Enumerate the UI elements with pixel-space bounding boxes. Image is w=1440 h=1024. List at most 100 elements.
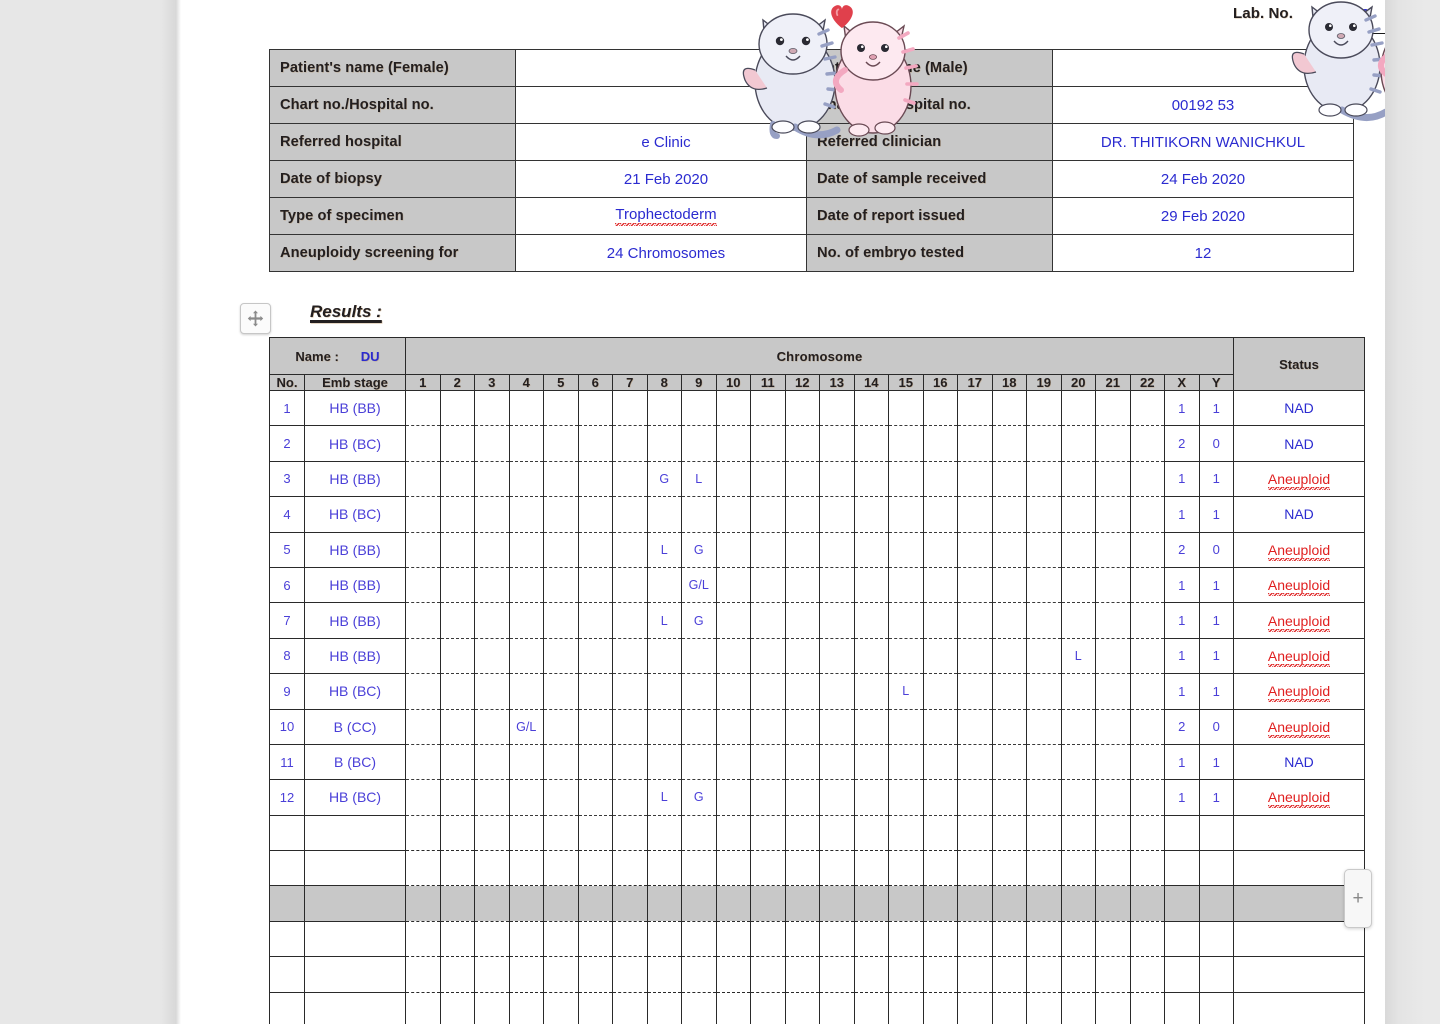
chromosome-cell-21[interactable] xyxy=(1095,850,1131,887)
chromosome-cell-4[interactable] xyxy=(508,743,544,781)
chromosome-cell-7[interactable] xyxy=(612,637,648,675)
chromosome-cell-12[interactable] xyxy=(784,743,820,781)
chromosome-cell-17[interactable] xyxy=(957,885,993,922)
chromosome-cell-18[interactable] xyxy=(991,956,1027,993)
chromosome-cell-22[interactable] xyxy=(1129,389,1165,427)
chromosome-cell-22[interactable] xyxy=(1129,814,1165,852)
chromosome-cell-20[interactable] xyxy=(1060,956,1096,993)
chromosome-cell-6[interactable] xyxy=(577,566,613,604)
chromosome-cell-1[interactable] xyxy=(405,531,441,568)
chromosome-cell-6[interactable] xyxy=(577,531,613,568)
chromosome-cell-3[interactable] xyxy=(474,956,510,993)
chromosome-cell-19[interactable] xyxy=(1026,956,1062,993)
move-handle-button[interactable] xyxy=(240,303,271,334)
chromosome-cell-4[interactable] xyxy=(508,602,544,639)
chromosome-cell-7[interactable] xyxy=(612,496,648,533)
chromosome-cell-11[interactable] xyxy=(750,425,786,462)
chromosome-cell-14[interactable] xyxy=(853,814,889,852)
chromosome-cell-18[interactable] xyxy=(991,920,1027,958)
chromosome-cell-19[interactable] xyxy=(1026,389,1062,427)
info-value[interactable]: DR. THITIKORN WANICHKUL xyxy=(1052,123,1354,161)
chromosome-cell-10[interactable] xyxy=(715,743,751,781)
chromosome-cell-11[interactable] xyxy=(750,850,786,887)
chromosome-cell-3[interactable] xyxy=(474,850,510,887)
chromosome-cell-11[interactable] xyxy=(750,814,786,852)
chromosome-cell-19[interactable] xyxy=(1026,743,1062,781)
chromosome-cell-2[interactable] xyxy=(439,673,475,710)
chromosome-cell-1[interactable] xyxy=(405,920,441,958)
chromosome-cell-8[interactable] xyxy=(646,566,682,604)
chromosome-cell-1[interactable] xyxy=(405,779,441,816)
chromosome-cell-21[interactable] xyxy=(1095,708,1131,745)
chromosome-cell-12[interactable] xyxy=(784,389,820,427)
chromosome-cell-2[interactable] xyxy=(439,389,475,427)
chromosome-cell-5[interactable] xyxy=(543,389,579,427)
chromosome-cell-4[interactable] xyxy=(508,389,544,427)
chromosome-cell-9[interactable] xyxy=(681,708,717,745)
chromosome-cell-12[interactable] xyxy=(784,991,820,1024)
chromosome-cell-20[interactable] xyxy=(1060,708,1096,745)
chromosome-cell-13[interactable] xyxy=(819,637,855,675)
chromosome-cell-4[interactable] xyxy=(508,956,544,993)
chromosome-cell-1[interactable] xyxy=(405,602,441,639)
chromosome-cell-14[interactable] xyxy=(853,602,889,639)
chromosome-cell-22[interactable] xyxy=(1129,956,1165,993)
chromosome-cell-20[interactable]: L xyxy=(1060,637,1096,675)
chromosome-cell-9[interactable] xyxy=(681,920,717,958)
chromosome-cell-21[interactable] xyxy=(1095,425,1131,462)
chromosome-cell-19[interactable] xyxy=(1026,779,1062,816)
chromosome-cell-7[interactable] xyxy=(612,389,648,427)
chromosome-cell-9[interactable] xyxy=(681,673,717,710)
chromosome-cell-20[interactable] xyxy=(1060,991,1096,1024)
chromosome-cell-10[interactable] xyxy=(715,531,751,568)
chromosome-cell-19[interactable] xyxy=(1026,460,1062,498)
chromosome-cell-2[interactable] xyxy=(439,991,475,1024)
chromosome-cell-6[interactable] xyxy=(577,885,613,922)
chromosome-cell-21[interactable] xyxy=(1095,920,1131,958)
chromosome-cell-16[interactable] xyxy=(922,637,958,675)
info-value[interactable]: e Clinic xyxy=(515,123,817,161)
chromosome-cell-3[interactable] xyxy=(474,637,510,675)
chromosome-cell-22[interactable] xyxy=(1129,602,1165,639)
chromosome-cell-20[interactable] xyxy=(1060,531,1096,568)
chromosome-cell-15[interactable] xyxy=(888,460,924,498)
chromosome-cell-20[interactable] xyxy=(1060,496,1096,533)
chromosome-cell-13[interactable] xyxy=(819,531,855,568)
chromosome-cell-19[interactable] xyxy=(1026,531,1062,568)
add-column-button[interactable]: + xyxy=(1344,869,1372,928)
chromosome-cell-17[interactable] xyxy=(957,743,993,781)
chromosome-cell-14[interactable] xyxy=(853,531,889,568)
chromosome-cell-2[interactable] xyxy=(439,743,475,781)
chromosome-cell-10[interactable] xyxy=(715,708,751,745)
chromosome-cell-8[interactable] xyxy=(646,920,682,958)
chromosome-cell-1[interactable] xyxy=(405,566,441,604)
chromosome-cell-17[interactable] xyxy=(957,708,993,745)
chromosome-cell-8[interactable]: L xyxy=(646,779,682,816)
chromosome-cell-13[interactable] xyxy=(819,496,855,533)
chromosome-cell-7[interactable] xyxy=(612,850,648,887)
chromosome-cell-3[interactable] xyxy=(474,920,510,958)
chromosome-cell-22[interactable] xyxy=(1129,425,1165,462)
chromosome-cell-9[interactable] xyxy=(681,389,717,427)
chromosome-cell-19[interactable] xyxy=(1026,425,1062,462)
chromosome-cell-1[interactable] xyxy=(405,637,441,675)
chromosome-cell-20[interactable] xyxy=(1060,743,1096,781)
chromosome-cell-6[interactable] xyxy=(577,496,613,533)
chromosome-cell-17[interactable] xyxy=(957,673,993,710)
chromosome-cell-15[interactable] xyxy=(888,850,924,887)
table-row[interactable]: 6 HB (BB) G/L 1 1 Aneuploid xyxy=(269,566,1365,604)
chromosome-cell-4[interactable] xyxy=(508,425,544,462)
chromosome-cell-19[interactable] xyxy=(1026,920,1062,958)
chromosome-cell-7[interactable] xyxy=(612,425,648,462)
chromosome-cell-14[interactable] xyxy=(853,956,889,993)
chromosome-cell-7[interactable] xyxy=(612,779,648,816)
chromosome-cell-12[interactable] xyxy=(784,566,820,604)
chromosome-cell-19[interactable] xyxy=(1026,673,1062,710)
chromosome-cell-16[interactable] xyxy=(922,602,958,639)
chromosome-cell-1[interactable] xyxy=(405,956,441,993)
chromosome-cell-12[interactable] xyxy=(784,885,820,922)
chromosome-cell-9[interactable]: G xyxy=(681,531,717,568)
chromosome-cell-20[interactable] xyxy=(1060,602,1096,639)
chromosome-cell-20[interactable] xyxy=(1060,389,1096,427)
chromosome-cell-11[interactable] xyxy=(750,708,786,745)
